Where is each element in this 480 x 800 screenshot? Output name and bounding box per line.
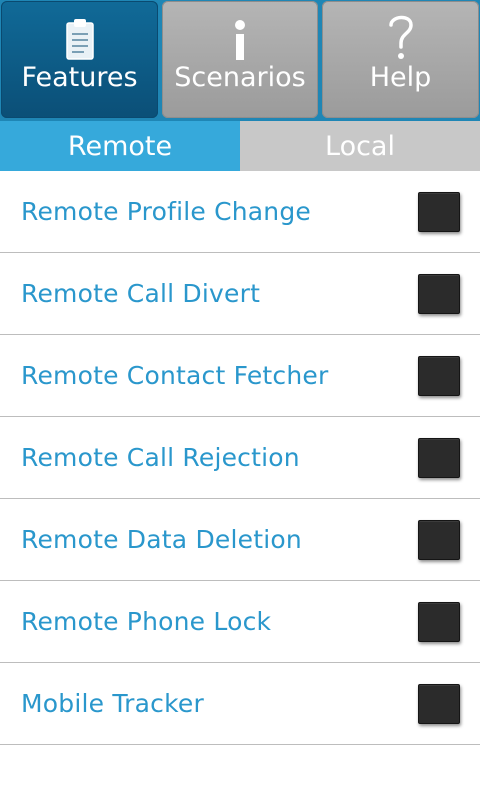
feature-checkbox[interactable]: [418, 356, 460, 396]
feature-label: Remote Call Rejection: [21, 443, 300, 472]
info-icon: [232, 1, 248, 61]
list-item[interactable]: Remote Phone Lock: [0, 581, 480, 663]
feature-checkbox[interactable]: [418, 192, 460, 232]
feature-checkbox[interactable]: [418, 438, 460, 478]
help-button-label: Help: [369, 62, 432, 93]
feature-label: Mobile Tracker: [21, 689, 204, 718]
feature-checkbox[interactable]: [418, 274, 460, 314]
features-button-label: Features: [21, 62, 138, 93]
feature-label: Remote Phone Lock: [21, 607, 272, 636]
question-icon: [386, 1, 416, 61]
list-item[interactable]: Remote Call Divert: [0, 253, 480, 335]
top-navigation-bar: Features Scenarios Help: [0, 0, 480, 121]
list-item[interactable]: Remote Profile Change: [0, 171, 480, 253]
feature-label: Remote Profile Change: [21, 197, 312, 226]
tab-remote[interactable]: Remote: [0, 121, 240, 171]
scenarios-button[interactable]: Scenarios: [162, 1, 318, 118]
feature-checkbox[interactable]: [418, 520, 460, 560]
tab-local[interactable]: Local: [240, 121, 480, 171]
feature-label: Remote Call Divert: [21, 279, 261, 308]
feature-checkbox[interactable]: [418, 602, 460, 642]
list-item[interactable]: Remote Contact Fetcher: [0, 335, 480, 417]
features-button[interactable]: Features: [1, 1, 158, 118]
list-item[interactable]: Mobile Tracker: [0, 663, 480, 745]
mode-tabs: Remote Local: [0, 121, 480, 171]
feature-label: Remote Contact Fetcher: [21, 361, 329, 390]
list-item[interactable]: Remote Data Deletion: [0, 499, 480, 581]
help-button[interactable]: Help: [322, 1, 479, 118]
feature-checkbox[interactable]: [418, 684, 460, 724]
list-item[interactable]: Remote Call Rejection: [0, 417, 480, 499]
scenarios-button-label: Scenarios: [174, 62, 306, 93]
feature-list: Remote Profile Change Remote Call Divert…: [0, 171, 480, 745]
clipboard-icon: [65, 1, 95, 61]
feature-label: Remote Data Deletion: [21, 525, 302, 554]
